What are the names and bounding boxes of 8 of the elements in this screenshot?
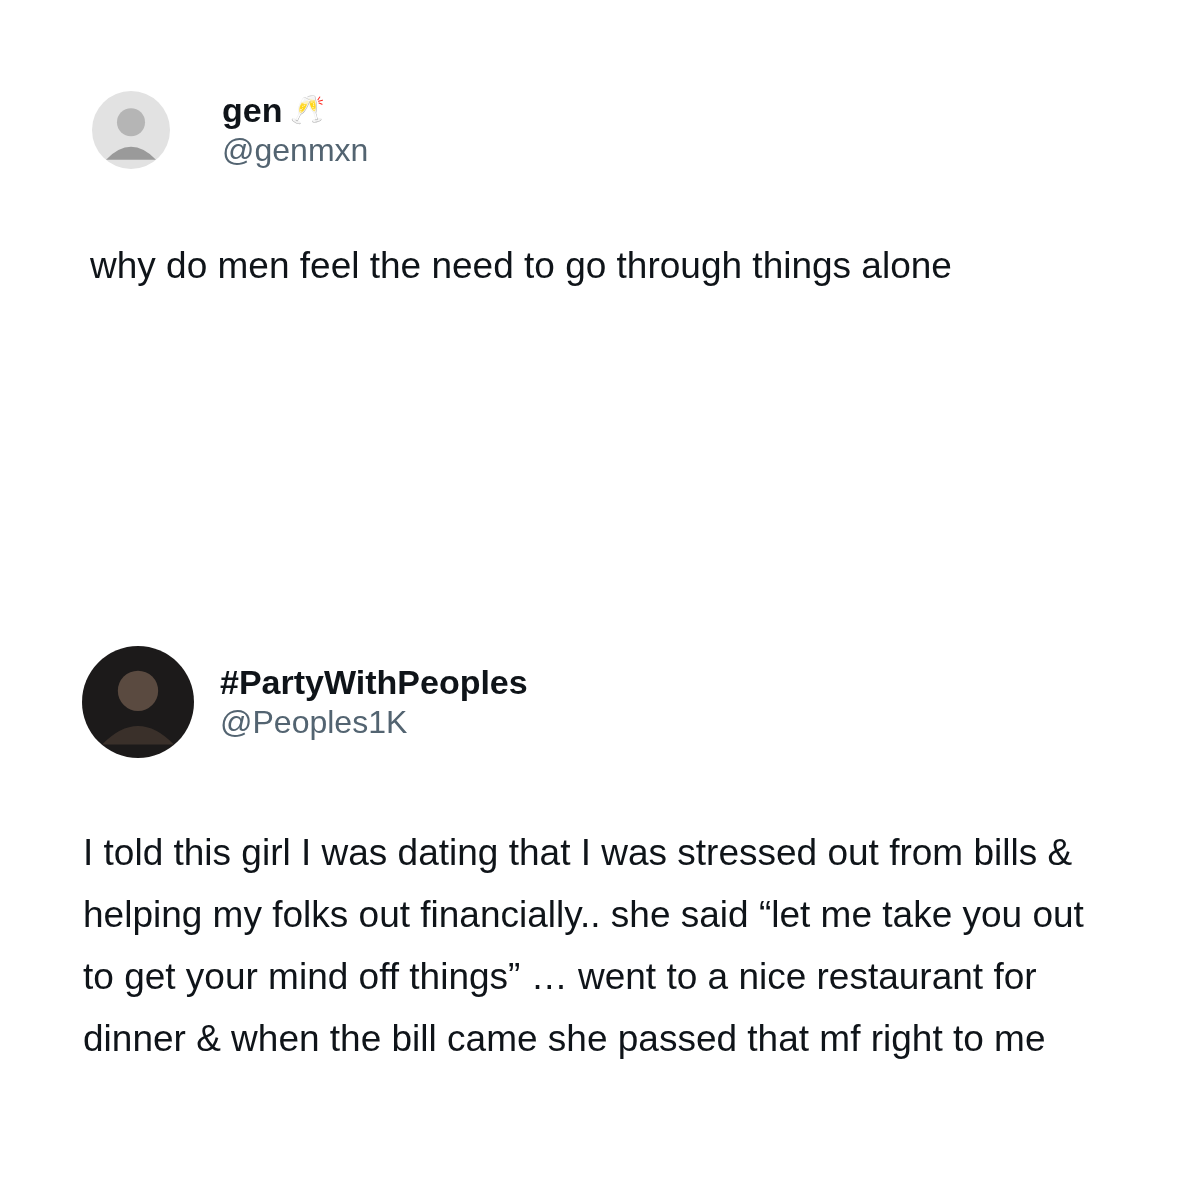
- emoji: 🥂: [290, 92, 326, 128]
- display-name[interactable]: #PartyWithPeoples: [220, 662, 528, 702]
- post-text: I told this girl I was dating that I was stressed out from bills & helping my folks out financially.. she said “let me take you out to get your mind off things” … went to a nice restaurant for dinner & when the bill came she passed that mf right to me: [82, 831, 1085, 1061]
- username[interactable]: @Peoples1K: [220, 702, 528, 742]
- username[interactable]: @genmxn: [222, 130, 369, 170]
- avatar[interactable]: [82, 646, 194, 758]
- post-text: why do men feel the need to go through things alone: [89, 244, 953, 288]
- display-name[interactable]: gen: [222, 90, 283, 130]
